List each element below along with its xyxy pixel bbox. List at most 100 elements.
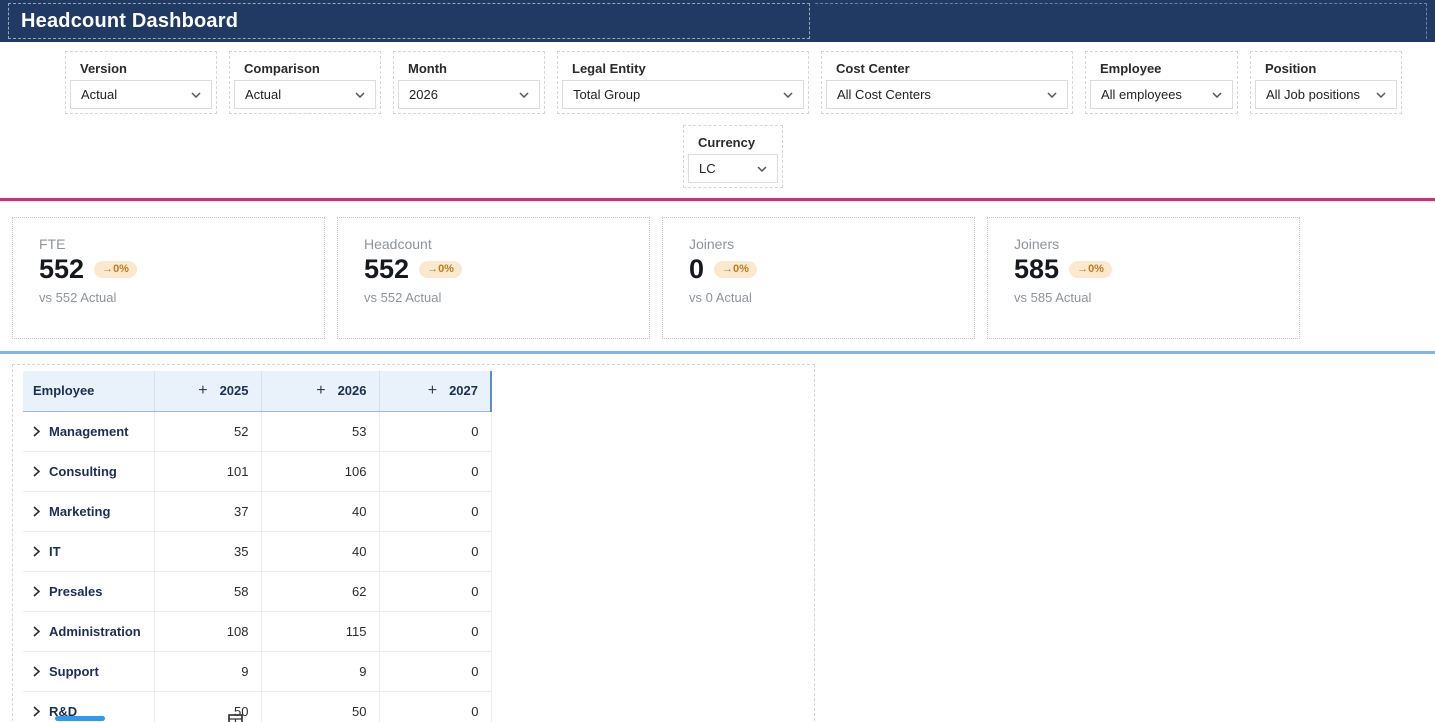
chevron-down-icon xyxy=(519,92,529,98)
headcount-table: Employee +2025 +2026 +2027 Management 52 xyxy=(23,371,492,722)
kpi-card-joiners: Joiners 0 →0% vs 0 Actual xyxy=(662,217,975,339)
filter-position-select[interactable]: All Job positions xyxy=(1255,80,1397,109)
table-header-row: Employee +2025 +2026 +2027 xyxy=(23,371,491,411)
row-label: Marketing xyxy=(49,504,110,519)
cell-value: 0 xyxy=(379,531,491,571)
table-row-marketing[interactable]: Marketing 37 40 0 xyxy=(23,491,491,531)
filter-currency-value: LC xyxy=(699,161,716,176)
table-row-management[interactable]: Management 52 53 0 xyxy=(23,411,491,451)
filter-employee-select[interactable]: All employees xyxy=(1090,80,1233,109)
cell-value: 0 xyxy=(379,691,491,722)
kpi-row: FTE 552 →0% vs 552 Actual Headcount 552 … xyxy=(12,217,1423,339)
headcount-table-widget: Employee +2025 +2026 +2027 Management 52 xyxy=(12,364,815,722)
cell-value: 9 xyxy=(154,651,261,691)
column-header-2025[interactable]: +2025 xyxy=(154,371,261,411)
chevron-down-icon xyxy=(1047,92,1057,98)
filter-comparison-value: Actual xyxy=(245,87,281,102)
cell-value: 52 xyxy=(154,411,261,451)
filter-currency-select[interactable]: LC xyxy=(688,154,778,183)
kpi-comparison: vs 0 Actual xyxy=(689,290,948,305)
cell-value: 50 xyxy=(261,691,379,722)
filter-legal-entity-select[interactable]: Total Group xyxy=(562,80,804,109)
kpi-card-fte: FTE 552 →0% vs 552 Actual xyxy=(12,217,325,339)
filter-comparison-select[interactable]: Actual xyxy=(234,80,376,109)
table-row-administration[interactable]: Administration 108 115 0 xyxy=(23,611,491,651)
blue-divider xyxy=(0,351,1435,354)
kpi-label: FTE xyxy=(39,236,298,252)
cell-value: 37 xyxy=(154,491,261,531)
filter-version-select[interactable]: Actual xyxy=(70,80,212,109)
chevron-right-icon[interactable] xyxy=(33,666,40,677)
cell-value: 40 xyxy=(261,531,379,571)
cell-value: 108 xyxy=(154,611,261,651)
filter-cost-center-label: Cost Center xyxy=(826,56,1068,80)
year-label: 2025 xyxy=(220,383,249,398)
horizontal-scrollbar-thumb[interactable] xyxy=(55,716,105,721)
cell-value: 58 xyxy=(154,571,261,611)
chevron-right-icon[interactable] xyxy=(33,626,40,637)
filter-employee-label: Employee xyxy=(1090,56,1233,80)
column-header-employee[interactable]: Employee xyxy=(23,371,154,411)
filter-position-label: Position xyxy=(1255,56,1397,80)
year-label: 2027 xyxy=(449,383,478,398)
filter-month-select[interactable]: 2026 xyxy=(398,80,540,109)
cell-value: 115 xyxy=(261,611,379,651)
filter-currency-label: Currency xyxy=(688,130,778,154)
cell-value: 101 xyxy=(154,451,261,491)
row-label: Consulting xyxy=(49,464,117,479)
cell-value: 35 xyxy=(154,531,261,571)
cell-value: 0 xyxy=(379,651,491,691)
cell-value: 50 xyxy=(154,691,261,722)
chevron-right-icon[interactable] xyxy=(33,546,40,557)
chevron-right-icon[interactable] xyxy=(33,506,40,517)
expand-column-icon[interactable]: + xyxy=(198,383,207,399)
filter-currency: Currency LC xyxy=(683,125,783,188)
headcount-dashboard-page: Headcount Dashboard Version Actual Compa… xyxy=(0,0,1435,722)
filter-legal-entity-label: Legal Entity xyxy=(562,56,804,80)
kpi-variance-badge: →0% xyxy=(94,261,137,278)
filter-row-currency: Currency LC xyxy=(683,125,1435,188)
cell-value: 0 xyxy=(379,571,491,611)
filter-position: Position All Job positions xyxy=(1250,51,1402,114)
filter-cost-center-select[interactable]: All Cost Centers xyxy=(826,80,1068,109)
kpi-variance-badge: →0% xyxy=(419,261,462,278)
expand-column-icon[interactable]: + xyxy=(428,383,437,399)
filter-legal-entity-value: Total Group xyxy=(573,87,640,102)
table-grid-icon[interactable] xyxy=(228,714,244,722)
filter-month-value: 2026 xyxy=(409,87,438,102)
filter-cost-center-value: All Cost Centers xyxy=(837,87,931,102)
filter-month: Month 2026 xyxy=(393,51,545,114)
table-row-consulting[interactable]: Consulting 101 106 0 xyxy=(23,451,491,491)
table-row-it[interactable]: IT 35 40 0 xyxy=(23,531,491,571)
kpi-value: 0 xyxy=(689,254,704,285)
column-header-2027[interactable]: +2027 xyxy=(379,371,491,411)
header-spacer xyxy=(815,3,1427,39)
expand-column-icon[interactable]: + xyxy=(316,383,325,399)
chevron-right-icon[interactable] xyxy=(33,466,40,477)
chevron-right-icon[interactable] xyxy=(33,426,40,437)
kpi-label: Headcount xyxy=(364,236,623,252)
kpi-value: 552 xyxy=(364,254,409,285)
chevron-down-icon xyxy=(1212,92,1222,98)
filter-employee-value: All employees xyxy=(1101,87,1182,102)
app-header: Headcount Dashboard xyxy=(0,0,1435,42)
filter-employee: Employee All employees xyxy=(1085,51,1238,114)
cell-value: 0 xyxy=(379,411,491,451)
chevron-down-icon xyxy=(757,166,767,172)
kpi-card-headcount: Headcount 552 →0% vs 552 Actual xyxy=(337,217,650,339)
table-row-support[interactable]: Support 9 9 0 xyxy=(23,651,491,691)
filter-legal-entity: Legal Entity Total Group xyxy=(557,51,809,114)
cell-value: 106 xyxy=(261,451,379,491)
column-header-2026[interactable]: +2026 xyxy=(261,371,379,411)
filter-version: Version Actual xyxy=(65,51,217,114)
chevron-right-icon[interactable] xyxy=(33,706,40,717)
page-title-container: Headcount Dashboard xyxy=(8,3,810,39)
table-row-presales[interactable]: Presales 58 62 0 xyxy=(23,571,491,611)
row-label: Administration xyxy=(49,624,141,639)
chevron-down-icon xyxy=(783,92,793,98)
cell-value: 62 xyxy=(261,571,379,611)
chevron-right-icon[interactable] xyxy=(33,586,40,597)
filter-comparison-label: Comparison xyxy=(234,56,376,80)
filter-version-label: Version xyxy=(70,56,212,80)
page-title: Headcount Dashboard xyxy=(21,10,238,33)
